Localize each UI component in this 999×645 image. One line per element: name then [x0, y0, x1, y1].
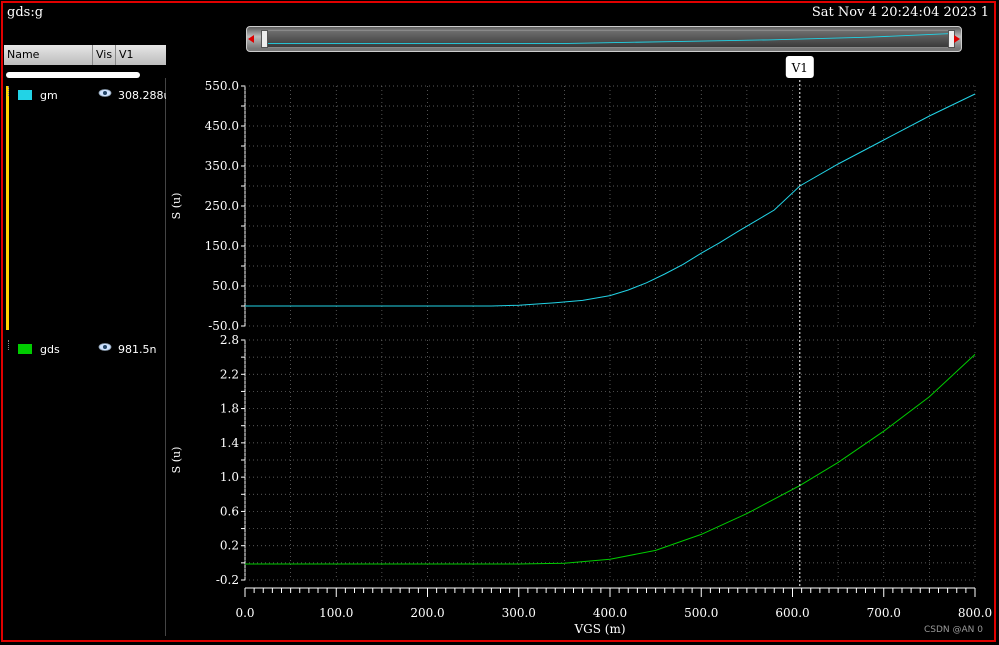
scroll-right-arrow-icon[interactable] — [954, 35, 960, 43]
legend-col-v1[interactable]: V1 — [119, 48, 134, 61]
trace-color-swatch — [18, 344, 32, 354]
visibility-eye-icon[interactable] — [98, 88, 112, 98]
watermark: CSDN @AN 0 — [924, 625, 983, 635]
legend-col-name[interactable]: Name — [7, 48, 39, 61]
trace-name: gm — [40, 89, 58, 102]
overview-left-handle[interactable] — [261, 30, 268, 48]
scroll-left-arrow-icon[interactable] — [248, 35, 254, 43]
legend-header: Name Vis V1 — [4, 45, 166, 65]
legend-row-gds[interactable]: gds 981.5n — [10, 343, 160, 357]
datestamp: Sat Nov 4 20:24:04 2023 1 — [811, 5, 989, 20]
trace-cursor-value: 981.5n — [118, 343, 157, 356]
visibility-eye-icon[interactable] — [98, 342, 112, 352]
legend-row-gm[interactable]: gm 308.288u — [10, 88, 166, 103]
legend-scrollbar[interactable] — [6, 72, 140, 78]
overview-window[interactable] — [267, 30, 949, 48]
trace-color-swatch — [18, 90, 32, 100]
overview-scrollbar[interactable] — [246, 26, 962, 52]
trace-cursor-value: 308.288u — [118, 89, 166, 102]
trace-name: gds — [40, 343, 60, 356]
legend-divider — [165, 78, 166, 636]
overview-trace — [268, 33, 949, 44]
legend-col-vis[interactable]: Vis — [96, 48, 112, 61]
window-title: gds:g — [7, 5, 44, 20]
strip-selection-marker — [6, 86, 9, 330]
